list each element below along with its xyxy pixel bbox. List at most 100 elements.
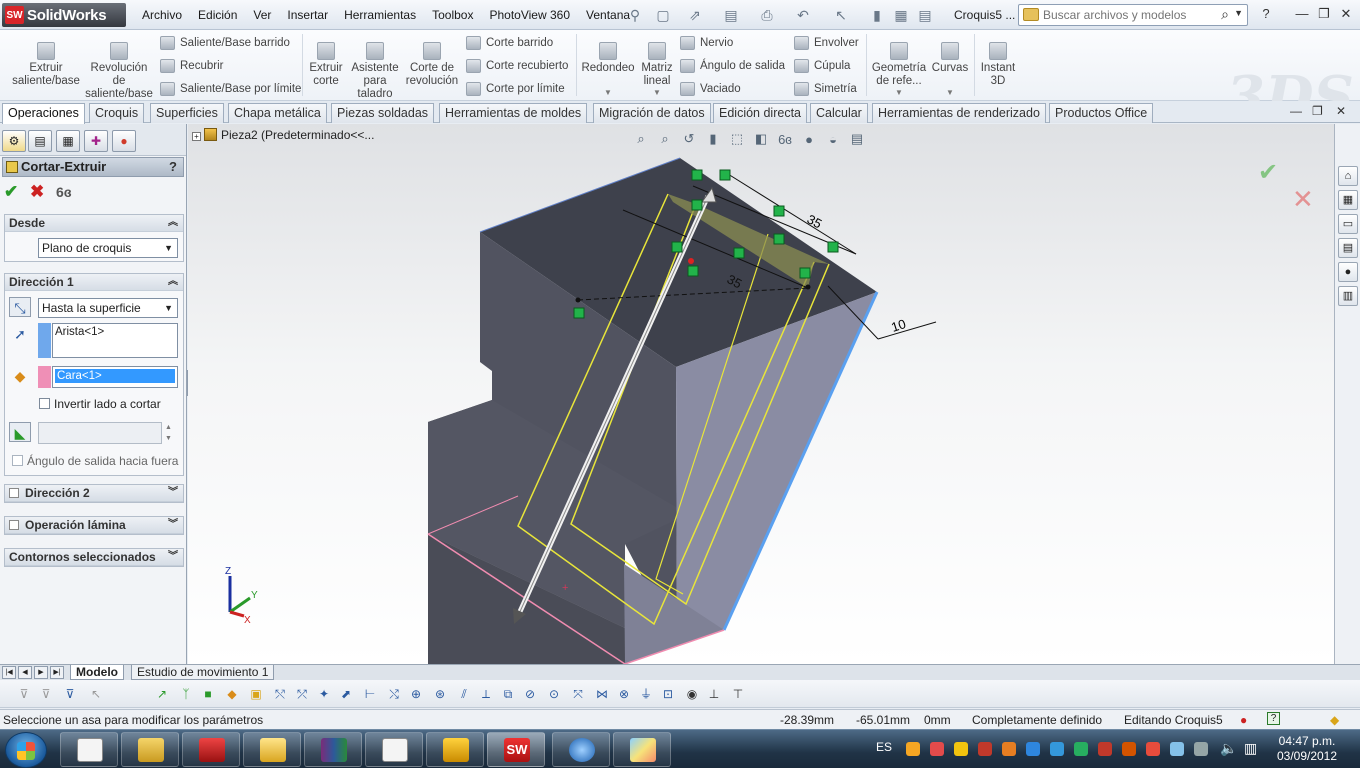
sketch-tool-icon[interactable]: ᛉ <box>178 686 194 702</box>
collinear-icon[interactable]: ⧉ <box>500 686 516 702</box>
rebuild-status-icon[interactable]: ● <box>1240 713 1247 727</box>
tray-app-icon[interactable] <box>978 742 992 756</box>
display-style-icon[interactable]: ◧ <box>752 131 770 147</box>
group-desde-header[interactable]: Desde ︽ <box>5 215 183 232</box>
select-icon[interactable]: ↖ <box>832 6 850 24</box>
tab-chapa-metalica[interactable]: Chapa metálica <box>228 103 327 123</box>
file-explorer-icon[interactable]: ▭ <box>1338 214 1358 234</box>
doc-minimize-icon[interactable]: — <box>1290 104 1302 118</box>
language-indicator[interactable]: ES <box>876 740 892 754</box>
prev-tab-icon[interactable]: ◀ <box>18 666 32 679</box>
dimension-value[interactable]: 10 <box>889 316 907 335</box>
expand-icon[interactable]: ︾ <box>168 549 178 565</box>
zoom-to-fit-icon[interactable]: ⌕ <box>632 131 650 147</box>
tab-productos-office[interactable]: Productos Office <box>1049 103 1154 123</box>
tray-app-icon[interactable] <box>1098 742 1112 756</box>
status-help-button[interactable]: ? <box>1267 712 1280 725</box>
point-icon[interactable]: ✦ <box>316 686 332 702</box>
lamina-checkbox[interactable] <box>9 520 19 530</box>
parallel-icon[interactable]: ⫽ <box>456 686 472 702</box>
tab-edicion-directa[interactable]: Edición directa <box>713 103 807 123</box>
new-document-icon[interactable]: ▢ <box>654 6 672 24</box>
tray-app-icon[interactable] <box>1170 742 1184 756</box>
convert-icon[interactable]: ⬈ <box>338 686 354 702</box>
tab-croquis[interactable]: Croquis <box>89 103 145 123</box>
relation-marker[interactable] <box>719 169 731 181</box>
chevron-down-icon[interactable]: ▼ <box>653 88 661 97</box>
reference-geometry-button[interactable]: Geometría de refe... <box>870 42 928 88</box>
graphics-area[interactable]: 35 35 10 + Z Y X + Pieza2 (Predeterminado… <box>188 124 1334 664</box>
search-box[interactable]: ⌕ ▼ <box>1018 4 1248 26</box>
sketch-point[interactable] <box>575 297 581 303</box>
search-icon[interactable]: ⌕ <box>1221 6 1229 23</box>
dimxpert-tab-icon[interactable]: ✚ <box>84 130 108 152</box>
tab-migracion-datos[interactable]: Migración de datos <box>593 103 711 123</box>
tray-app-icon[interactable] <box>1122 742 1136 756</box>
tray-app-icon[interactable] <box>1074 742 1088 756</box>
lofted-cut-button[interactable]: Corte recubierto <box>464 57 568 75</box>
minimize-button[interactable]: — <box>1292 5 1312 23</box>
extrude-cut-button[interactable]: Extruir corte <box>306 42 346 88</box>
view-settings-icon[interactable]: ▤ <box>848 131 866 147</box>
sketch-line-icon[interactable]: ↗ <box>154 686 170 702</box>
fix-icon[interactable]: ▣ <box>248 686 264 702</box>
menu-toolbox[interactable]: Toolbox <box>424 0 481 30</box>
wrap-button[interactable]: Envolver <box>792 34 859 52</box>
fillet-button[interactable]: Redondeo <box>580 42 636 75</box>
curves-button[interactable]: Curvas <box>930 42 970 75</box>
rectangle-icon[interactable]: ■ <box>200 686 216 702</box>
tray-app-icon[interactable] <box>1002 742 1016 756</box>
swept-boss-button[interactable]: Saliente/Base barrido <box>158 34 290 52</box>
relation-marker[interactable] <box>827 241 839 253</box>
dimension-value[interactable]: 35 <box>805 211 825 231</box>
flag-icon[interactable] <box>1194 742 1208 756</box>
direction-edge-list[interactable]: Arista<1> <box>52 323 178 358</box>
print-icon[interactable]: ⎙ <box>758 6 776 24</box>
chevron-down-icon[interactable]: ▼ <box>1234 8 1243 18</box>
doc-restore-icon[interactable]: ❐ <box>1312 104 1323 118</box>
solidworks-logo[interactable]: SW SolidWorks <box>2 3 126 27</box>
group-direccion1-header[interactable]: Dirección 1 ︽ <box>5 274 183 291</box>
undo-icon[interactable]: ↶ <box>794 6 812 24</box>
face-item[interactable]: Cara<1> <box>55 369 175 383</box>
tab-superficies[interactable]: Superficies <box>150 103 224 123</box>
custom-properties-icon[interactable]: ▥ <box>1338 286 1358 306</box>
search-input[interactable] <box>1043 7 1213 23</box>
display-manager-tab-icon[interactable]: ● <box>112 130 136 152</box>
chevron-down-icon[interactable]: ▼ <box>895 88 903 97</box>
filter-edges-icon[interactable]: ⊽ <box>62 686 78 702</box>
confirm-ok-icon[interactable]: ✔ <box>1258 158 1278 187</box>
tray-app-icon[interactable] <box>1026 742 1040 756</box>
sketch-point[interactable] <box>805 284 811 290</box>
pierce-icon[interactable]: ⊡ <box>660 686 676 702</box>
tab-herramientas-moldes[interactable]: Herramientas de moldes <box>439 103 588 123</box>
group-lamina-header[interactable]: Operación lámina ︾ <box>5 517 183 534</box>
menu-ver[interactable]: Ver <box>245 0 279 30</box>
zoom-area-icon[interactable]: ⌕ <box>656 131 674 147</box>
menu-insertar[interactable]: Insertar <box>279 0 336 30</box>
confirm-cancel-icon[interactable]: ✕ <box>1292 184 1314 215</box>
save-icon[interactable]: ▤ <box>722 6 740 24</box>
desde-select[interactable]: Plano de croquis ▼ <box>38 238 178 258</box>
relation-marker[interactable] <box>573 307 585 319</box>
coincident-icon[interactable]: ⊛ <box>432 686 448 702</box>
help-button[interactable]: ? <box>1256 5 1276 23</box>
volume-icon[interactable]: 🔈 <box>1220 740 1237 757</box>
relation-marker[interactable] <box>691 169 703 181</box>
draft-outward-checkbox[interactable]: Ángulo de salida hacia fuera <box>12 454 178 468</box>
home-icon[interactable]: ⌂ <box>1338 166 1358 186</box>
relation-marker[interactable] <box>733 247 745 259</box>
extrude-boss-button[interactable]: Extruir saliente/base <box>10 42 82 88</box>
tray-app-icon[interactable] <box>930 742 944 756</box>
next-tab-icon[interactable]: ▶ <box>34 666 48 679</box>
select-arrow-icon[interactable]: ↖ <box>88 686 104 702</box>
rib-button[interactable]: Nervio <box>678 34 733 52</box>
direccion2-checkbox[interactable] <box>9 488 19 498</box>
filter-icon[interactable]: ⊽ <box>16 686 32 702</box>
tray-app-icon[interactable] <box>1050 742 1064 756</box>
filter-vertex-icon[interactable]: ⊽ <box>38 686 54 702</box>
restore-button[interactable]: ❐ <box>1314 5 1334 23</box>
vertical-icon[interactable]: ⊕ <box>408 686 424 702</box>
taskbar-explorer[interactable] <box>121 732 179 767</box>
reverse-direction-icon[interactable]: ⤡ <box>9 297 31 317</box>
